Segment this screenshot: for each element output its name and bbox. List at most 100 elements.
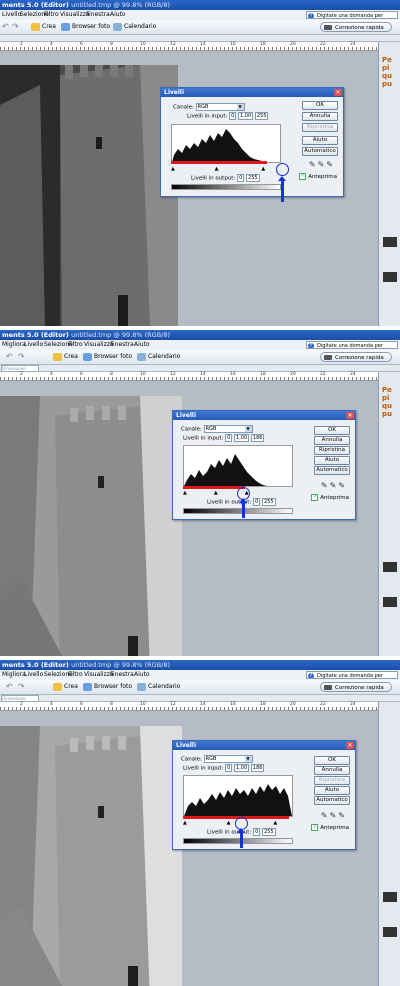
size-field[interactable]: Dimensione [1,365,39,372]
output-black-field[interactable]: 0 [253,828,261,836]
close-icon[interactable]: ✕ [334,89,342,96]
input-white-field[interactable]: 186 [250,764,265,772]
range-highlight [183,486,245,489]
thumbnail[interactable] [383,237,397,247]
menu-livello[interactable]: Livello [24,671,43,678]
input-sliders[interactable]: ▲ ▲ ▲ [171,166,265,172]
correzione-rapida-button[interactable]: Correzione rapida [320,352,392,362]
output-black-field[interactable]: 0 [253,498,261,506]
menu-aiuto[interactable]: Aiuto [134,341,150,348]
menu-livello[interactable]: Livello [2,11,21,18]
input-gamma-field[interactable]: 1,00 [234,764,250,772]
anteprima-checkbox[interactable]: ✓ Anteprima [299,173,337,180]
anteprima-checkbox[interactable]: ✓ Anteprima [311,824,349,831]
browser-foto-button[interactable]: Browser foto [82,682,134,692]
browser-foto-button[interactable]: Browser foto [60,22,112,32]
menu-aiuto[interactable]: Aiuto [110,11,126,18]
browser-foto-button[interactable]: Browser foto [82,352,134,362]
question-icon: ? [308,342,314,349]
undo-icon[interactable]: ↶ [6,353,14,361]
output-white-field[interactable]: 255 [262,498,276,506]
ok-button[interactable]: OK [302,101,338,110]
menu-filtro[interactable]: Filtro [68,341,83,348]
eyedropper-icons[interactable]: ✎✎✎ [309,160,335,169]
aiuto-button[interactable]: Aiuto [314,456,350,465]
input-black-field[interactable]: 0 [225,764,233,772]
menu-migliora[interactable]: Migliora [2,671,26,678]
input-white-field[interactable]: 255 [254,112,269,120]
output-gradient[interactable] [183,838,293,844]
close-icon[interactable]: ✕ [346,412,354,419]
channel-select[interactable]: RGB ▼ [203,755,253,763]
thumbnail[interactable] [383,562,397,572]
aiuto-button[interactable]: Aiuto [314,786,350,795]
menu-finestra[interactable]: Finestra [110,671,134,678]
menu-migliora[interactable]: Migliora [2,341,26,348]
annulla-button[interactable]: Annulla [314,766,350,775]
input-gamma-field[interactable]: 1,00 [234,434,250,442]
calendario-button[interactable]: Calendario [136,352,182,362]
automatico-button[interactable]: Automatico [302,147,338,156]
ruler-tick-label: 12 [170,42,176,47]
ok-button[interactable]: OK [314,756,350,765]
undo-icon[interactable]: ↶ [2,23,10,31]
correzione-rapida-button[interactable]: Correzione rapida [320,682,392,692]
menu-finestra[interactable]: Finestra [110,341,134,348]
eyedropper-icons[interactable]: ✎✎✎ [321,481,347,490]
thumbnail[interactable] [383,272,397,282]
output-gradient[interactable] [171,184,281,190]
output-white-field[interactable]: 255 [246,174,260,182]
horizontal-ruler: 2 4 6 8 10 12 14 16 18 20 22 24 [0,42,378,51]
output-gradient[interactable] [183,508,293,514]
annulla-button[interactable]: Annulla [314,436,350,445]
output-black-field[interactable]: 0 [237,174,245,182]
document-title: untitled.tmp @ 99.8% (RGB/8) [71,661,171,669]
crea-button[interactable]: Crea [52,682,80,692]
thumbnail[interactable] [383,892,397,902]
output-white-field[interactable]: 255 [262,828,276,836]
help-search-input[interactable]: ? Digitate una domanda per [306,11,398,19]
ok-button[interactable]: OK [314,426,350,435]
automatico-button[interactable]: Automatico [314,796,350,805]
crea-button[interactable]: Crea [52,352,80,362]
thumbnail[interactable] [383,927,397,937]
redo-icon[interactable]: ↷ [18,683,26,691]
channel-select[interactable]: RGB ▼ [203,425,253,433]
channel-select[interactable]: RGB ▼ [195,103,245,111]
redo-icon[interactable]: ↷ [12,23,20,31]
input-black-field[interactable]: 0 [225,434,233,442]
ripristina-button[interactable]: Ripristina [314,446,350,455]
anteprima-checkbox[interactable]: ✓ Anteprima [311,494,349,501]
input-gamma-field[interactable]: 1,00 [238,112,254,120]
size-field[interactable]: Dimensione [1,695,39,702]
automatico-button[interactable]: Automatico [314,466,350,475]
help-search-input[interactable]: ? Digitate una domanda per [306,671,398,679]
menu-filtro[interactable]: Filtro [68,671,83,678]
toolbar: ↶ ↷ Crea Browser foto Calendario Correzi… [0,680,400,695]
calendar-icon [137,353,146,361]
correzione-rapida-button[interactable]: Correzione rapida [320,22,392,32]
menu-finestra[interactable]: Finestra [86,11,110,18]
redo-icon[interactable]: ↷ [18,353,26,361]
tower-photo [0,65,178,326]
undo-icon[interactable]: ↶ [6,683,14,691]
crea-button[interactable]: Crea [30,22,58,32]
aiuto-button[interactable]: Aiuto [302,136,338,145]
quickfix-icon [324,355,332,360]
calendario-button[interactable]: Calendario [112,22,158,32]
menu-aiuto[interactable]: Aiuto [134,671,150,678]
input-sliders[interactable]: ▲ ▲ ▲ [183,820,277,826]
ripristina-button[interactable]: Ripristina [314,776,350,785]
calendario-button[interactable]: Calendario [136,682,182,692]
help-search-input[interactable]: ? Digitate una domanda per [306,341,398,349]
thumbnail[interactable] [383,597,397,607]
annulla-button[interactable]: Annulla [302,112,338,121]
menu-filtro[interactable]: Filtro [44,11,59,18]
ripristina-button[interactable]: Ripristina [302,123,338,132]
input-white-field[interactable]: 186 [250,434,265,442]
eyedropper-icons[interactable]: ✎✎✎ [321,811,347,820]
close-icon[interactable]: ✕ [346,742,354,749]
menu-livello[interactable]: Livello [24,341,43,348]
dialog-title: Livelli [164,89,185,96]
input-black-field[interactable]: 0 [229,112,237,120]
